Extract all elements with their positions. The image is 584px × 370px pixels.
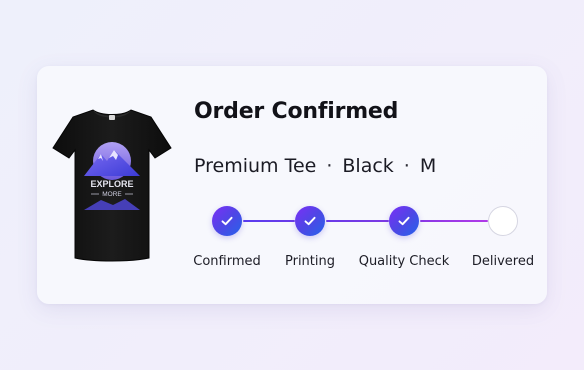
step-printing-checkmark-icon (295, 206, 325, 236)
progress-connector (243, 220, 295, 222)
step-label-printing: Printing (284, 254, 336, 269)
step-label-quality-check: Quality Check (358, 254, 450, 269)
order-status-card: EXPLORE MORE Order Confirmed Premium Tee… (37, 66, 547, 304)
step-confirmed-checkmark-icon (212, 206, 242, 236)
step-delivered-pending-icon (488, 206, 518, 236)
step-label-delivered: Delivered (471, 254, 535, 269)
order-progress-tracker: Confirmed Printing Quality Check Deliver… (37, 66, 547, 304)
progress-connector (326, 220, 389, 222)
step-quality-check-checkmark-icon (389, 206, 419, 236)
step-label-confirmed: Confirmed (193, 254, 261, 269)
progress-connector (420, 220, 488, 222)
